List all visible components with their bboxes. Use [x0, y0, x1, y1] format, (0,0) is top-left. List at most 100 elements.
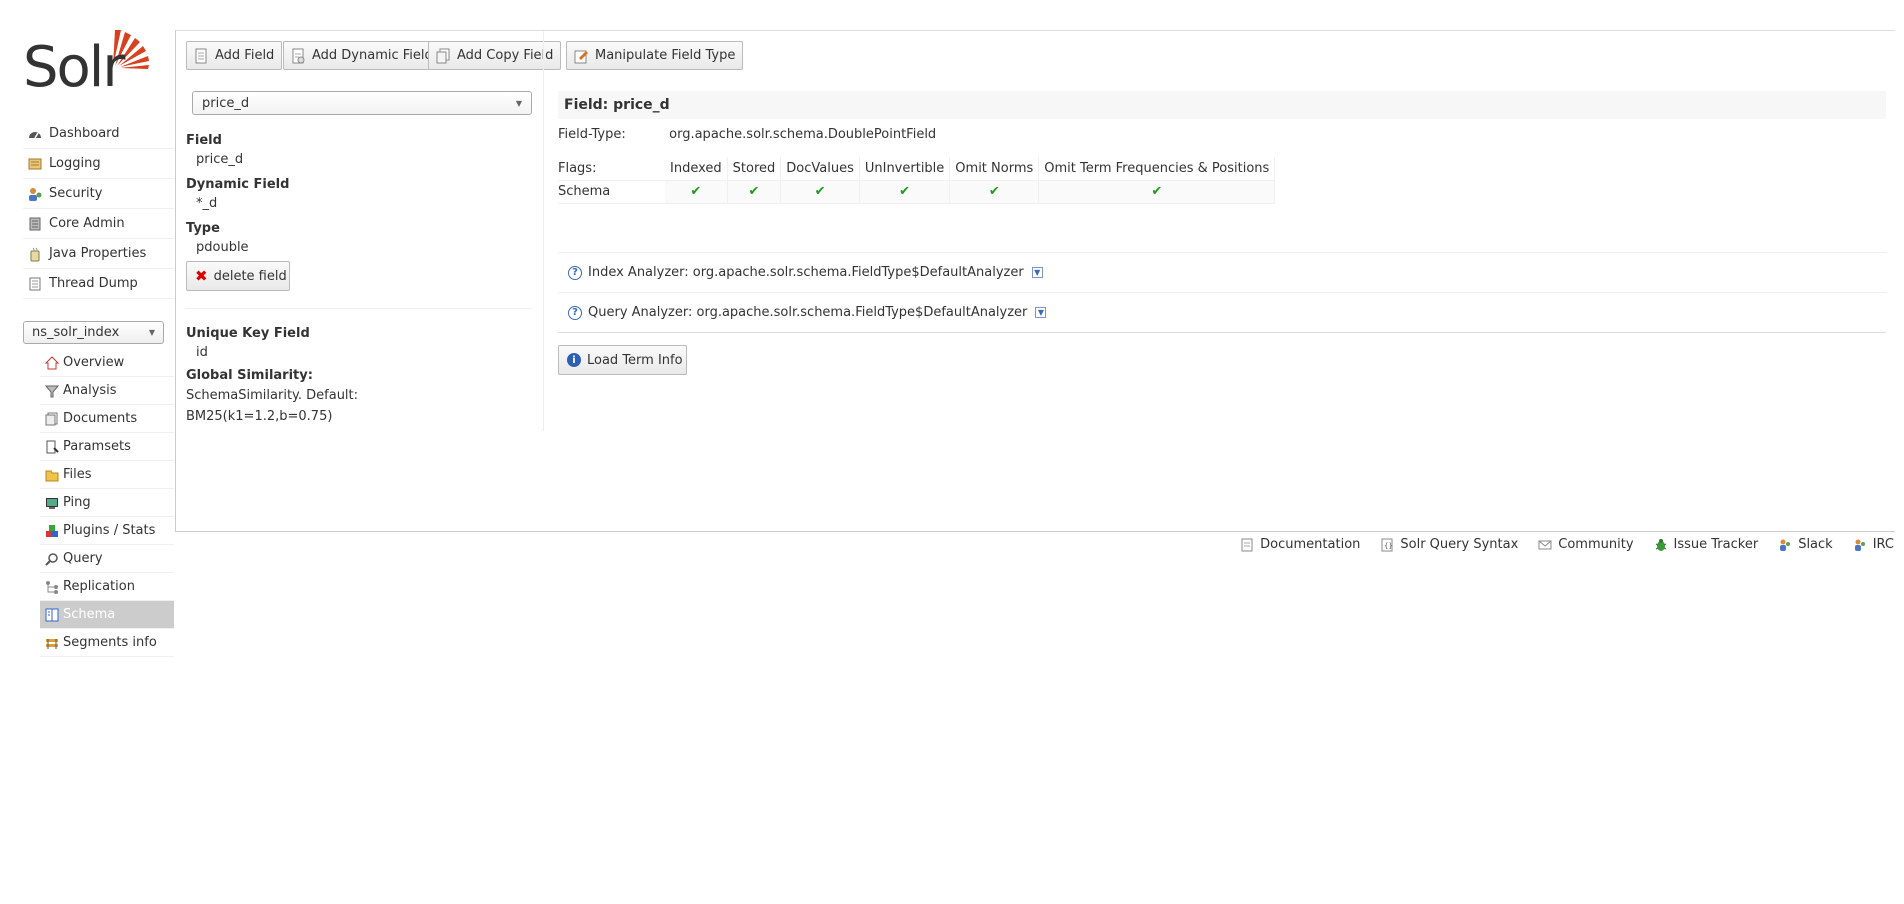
footer-link-label: Community [1558, 537, 1634, 552]
flags-table: Flags: Indexed Stored DocValues UnInvert… [558, 157, 1276, 204]
replication-icon [45, 580, 59, 594]
flag-column-header: Indexed [665, 157, 728, 181]
core-item-label: Schema [63, 607, 116, 622]
field-detail-panel: Field: price_d Field-Type: org.apache.so… [558, 91, 1886, 375]
users-icon [1853, 538, 1867, 552]
query-syntax-icon: {} [1380, 538, 1394, 552]
footer-link-label: Slack [1798, 537, 1833, 552]
logo-text: Solr [23, 35, 125, 100]
sidebar-item-core-admin[interactable]: Core Admin [23, 209, 174, 239]
flag-column-header: UnInvertible [859, 157, 951, 181]
unique-key-value: id [196, 345, 208, 360]
plugins-icon [45, 524, 59, 538]
ping-icon [45, 496, 59, 510]
delete-field-button[interactable]: ✖ delete field [186, 261, 290, 291]
flag-check-cell: ✔ [665, 180, 728, 204]
java-properties-icon [27, 246, 43, 262]
core-menu: Overview Analysis Documents Paramsets Fi… [40, 349, 174, 657]
footer-link-irc[interactable]: IRC [1853, 537, 1894, 552]
core-selector-value: ns_solr_index [32, 325, 120, 340]
core-admin-icon [27, 216, 43, 232]
field-title: Field: price_d [558, 91, 1886, 119]
expand-icon[interactable]: ▼ [1035, 307, 1047, 318]
core-item-replication[interactable]: Replication [40, 573, 174, 601]
users-icon [1778, 538, 1792, 552]
footer-link-issue-tracker[interactable]: Issue Tracker [1654, 537, 1759, 552]
footer-link-label: Documentation [1260, 537, 1361, 552]
field-label: Field [186, 133, 222, 148]
field-type-label: Field-Type: [558, 127, 626, 142]
sidebar-item-label: Logging [49, 156, 101, 171]
index-analyzer-row[interactable]: ? Index Analyzer: org.apache.solr.schema… [558, 252, 1886, 292]
field-selector[interactable]: price_d ▼ [192, 91, 532, 115]
sidebar-item-dashboard[interactable]: Dashboard [23, 119, 174, 149]
load-term-info-button[interactable]: i Load Term Info [558, 345, 687, 375]
core-item-overview[interactable]: Overview [40, 349, 174, 377]
core-item-label: Paramsets [63, 439, 131, 454]
segments-icon [45, 636, 59, 650]
core-item-documents[interactable]: Documents [40, 405, 174, 433]
divider [558, 332, 1886, 333]
field-type-row: Field-Type: org.apache.solr.schema.Doubl… [558, 127, 936, 142]
paramsets-icon [45, 440, 59, 454]
flag-check-cell: ✔ [949, 180, 1040, 204]
checkmark-icon: ✔ [988, 184, 1000, 199]
info-icon: i [567, 353, 581, 367]
core-item-plugins-stats[interactable]: Plugins / Stats [40, 517, 174, 545]
sidebar-item-label: Security [49, 186, 103, 201]
help-icon[interactable]: ? [568, 305, 582, 320]
manipulate-field-type-button[interactable]: Manipulate Field Type [566, 41, 744, 70]
help-icon[interactable]: ? [568, 265, 582, 280]
sidebar-item-label: Thread Dump [49, 276, 138, 291]
footer-link-documentation[interactable]: Documentation [1240, 537, 1360, 552]
sidebar-item-security[interactable]: Security [23, 179, 174, 209]
expand-icon[interactable]: ▼ [1031, 267, 1043, 278]
footer-link-query-syntax[interactable]: {} Solr Query Syntax [1380, 537, 1518, 552]
checkmark-icon: ✔ [690, 184, 702, 199]
checkmark-icon: ✔ [1151, 184, 1163, 199]
mail-icon [1538, 538, 1552, 552]
core-item-query[interactable]: Query [40, 545, 174, 573]
core-item-label: Plugins / Stats [63, 523, 156, 538]
core-item-paramsets[interactable]: Paramsets [40, 433, 174, 461]
core-item-ping[interactable]: Ping [40, 489, 174, 517]
footer-link-label: IRC [1872, 537, 1894, 552]
core-item-schema[interactable]: Schema [40, 601, 174, 629]
flag-check-cell: ✔ [1038, 180, 1276, 204]
footer-link-slack[interactable]: Slack [1778, 537, 1833, 552]
core-item-label: Overview [63, 355, 125, 370]
core-item-label: Files [63, 467, 92, 482]
core-item-label: Query [63, 551, 103, 566]
sidebar-item-label: Dashboard [49, 126, 120, 141]
sidebar-item-thread-dump[interactable]: Thread Dump [23, 269, 174, 299]
unique-key-label: Unique Key Field [186, 326, 310, 341]
core-item-analysis[interactable]: Analysis [40, 377, 174, 405]
type-value: pdouble [196, 240, 249, 255]
query-analyzer-row[interactable]: ? Query Analyzer: org.apache.solr.schema… [558, 292, 1886, 332]
footer-link-community[interactable]: Community [1538, 537, 1634, 552]
global-similarity-label: Global Similarity: [186, 368, 313, 383]
field-selector-value: price_d [202, 95, 250, 111]
search-icon [45, 552, 59, 566]
field-info-column: price_d ▼ Field price_d Dynamic Field *_… [176, 31, 544, 431]
flags-label: Flags: [558, 157, 665, 181]
solr-logo[interactable]: Solr [23, 26, 159, 96]
schema-icon [45, 608, 59, 622]
footer-link-label: Issue Tracker [1673, 537, 1759, 552]
edit-document-icon [573, 48, 589, 64]
field-type-value: org.apache.solr.schema.DoublePointField [669, 127, 937, 142]
dashboard-icon [27, 126, 43, 142]
checkmark-icon: ✔ [899, 184, 911, 199]
manipulate-field-type-label: Manipulate Field Type [595, 48, 736, 63]
core-item-label: Documents [63, 411, 138, 426]
core-item-files[interactable]: Files [40, 461, 174, 489]
core-item-segments-info[interactable]: Segments info [40, 629, 174, 657]
core-selector[interactable]: ns_solr_index ▼ [23, 321, 164, 344]
schema-row-label: Schema [558, 180, 665, 204]
sidebar-item-logging[interactable]: Logging [23, 149, 174, 179]
sidebar-item-java-properties[interactable]: Java Properties [23, 239, 174, 269]
bug-icon [1654, 538, 1668, 552]
schema-panel: Add Field Add Dynamic Field Add Copy Fie… [175, 30, 1895, 532]
funnel-icon [45, 384, 59, 398]
flag-check-cell: ✔ [780, 180, 860, 204]
